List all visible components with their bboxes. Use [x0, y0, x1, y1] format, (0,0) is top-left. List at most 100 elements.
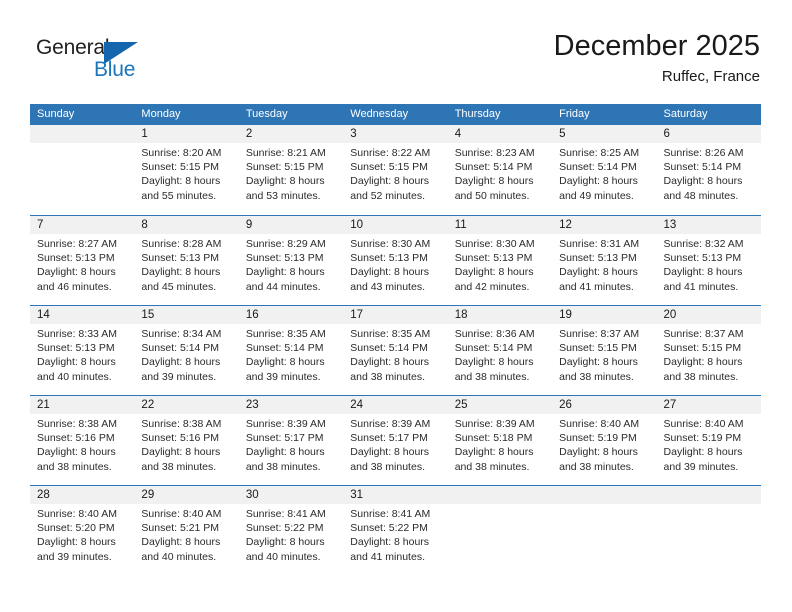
calendar-week-row: 1 Sunrise: 8:20 AM Sunset: 5:15 PM Daylight… [30, 125, 761, 215]
daylight-text-line1: Daylight: 8 hours [245, 356, 325, 369]
calendar-day-cell-empty [448, 486, 552, 575]
daylight-text-line2: and 38 minutes. [245, 460, 321, 473]
calendar-day-cell[interactable]: 17 Sunrise: 8:35 AM Sunset: 5:14 PM Dayligh… [343, 306, 447, 395]
title-block: December 2025 Ruffec, France [554, 28, 760, 88]
day-sun-info: Sunrise: 8:41 AM Sunset: 5:22 PM Daylight:… [246, 507, 336, 564]
sunrise-text: Sunrise: 8:39 AM [454, 418, 535, 430]
day-number: 20 [663, 309, 677, 321]
calendar-day-cell[interactable]: 14 Sunrise: 8:33 AM Sunset: 5:13 PM Dayligh… [30, 306, 134, 395]
calendar-day-cell[interactable]: 23 Sunrise: 8:39 AM Sunset: 5:17 PM Dayligh… [239, 396, 343, 485]
calendar-day-cell[interactable]: 6 Sunrise: 8:26 AM Sunset: 5:14 PM Daylight… [657, 125, 761, 215]
calendar-day-cell[interactable]: 3 Sunrise: 8:22 AM Sunset: 5:15 PM Daylight… [343, 125, 447, 215]
day-number: 5 [559, 128, 566, 140]
daylight-text-line2: and 38 minutes. [454, 460, 530, 473]
sunset-text: Sunset: 5:15 PM [141, 161, 220, 174]
sunrise-text: Sunrise: 8:37 AM [663, 328, 744, 340]
calendar-day-cell[interactable]: 29 Sunrise: 8:40 AM Sunset: 5:21 PM Dayligh… [134, 486, 238, 575]
daylight-text-line1: Daylight: 8 hours [350, 446, 430, 459]
sunrise-text: Sunrise: 8:34 AM [141, 328, 222, 340]
sunset-text: Sunset: 5:13 PM [37, 342, 115, 355]
sunset-text: Sunset: 5:22 PM [350, 522, 428, 535]
sunrise-text: Sunrise: 8:36 AM [454, 328, 535, 340]
calendar-day-cell[interactable]: 13 Sunrise: 8:32 AM Sunset: 5:13 PM Dayligh… [657, 216, 761, 305]
logo-text-blue: Blue [94, 58, 136, 81]
weekday-header-row: Sunday Monday Tuesday Wednesday Thursday… [30, 104, 761, 125]
weekday-header-friday: Friday [559, 108, 590, 120]
calendar-day-cell[interactable]: 27 Sunrise: 8:40 AM Sunset: 5:19 PM Dayligh… [657, 396, 761, 485]
calendar-day-cell[interactable]: 31 Sunrise: 8:41 AM Sunset: 5:22 PM Dayligh… [343, 486, 447, 575]
daylight-text-line1: Daylight: 8 hours [663, 175, 743, 188]
sunrise-text: Sunrise: 8:30 AM [350, 238, 431, 250]
calendar-day-cell[interactable]: 10 Sunrise: 8:30 AM Sunset: 5:13 PM Dayligh… [343, 216, 447, 305]
day-sun-info: Sunrise: 8:37 AM Sunset: 5:15 PM Daylight:… [559, 327, 649, 384]
calendar-day-cell[interactable]: 12 Sunrise: 8:31 AM Sunset: 5:13 PM Dayligh… [552, 216, 656, 305]
calendar-day-cell[interactable]: 8 Sunrise: 8:28 AM Sunset: 5:13 PM Daylight… [134, 216, 238, 305]
logo-text-general: General [36, 36, 110, 59]
day-number: 14 [37, 309, 50, 321]
daylight-text-line2: and 39 minutes. [37, 550, 112, 563]
daylight-text-line1: Daylight: 8 hours [141, 536, 221, 549]
daylight-text-line1: Daylight: 8 hours [350, 266, 430, 279]
calendar-day-cell[interactable]: 11 Sunrise: 8:30 AM Sunset: 5:13 PM Dayligh… [448, 216, 552, 305]
calendar-day-cell[interactable]: 19 Sunrise: 8:37 AM Sunset: 5:15 PM Dayligh… [552, 306, 656, 395]
day-number: 29 [141, 489, 155, 501]
daylight-text-line2: and 38 minutes. [350, 460, 425, 473]
daylight-text-line2: and 41 minutes. [350, 550, 425, 563]
calendar-day-cell[interactable]: 25 Sunrise: 8:39 AM Sunset: 5:18 PM Dayligh… [448, 396, 552, 485]
daylight-text-line2: and 38 minutes. [350, 370, 425, 383]
day-number: 8 [141, 219, 148, 231]
sunset-text: Sunset: 5:13 PM [559, 252, 637, 265]
calendar-week-row: 14 Sunrise: 8:33 AM Sunset: 5:13 PM Dayligh… [30, 305, 761, 395]
day-number: 26 [559, 399, 572, 411]
daylight-text-line1: Daylight: 8 hours [141, 446, 221, 459]
calendar-day-cell[interactable]: 5 Sunrise: 8:25 AM Sunset: 5:14 PM Daylight… [552, 125, 656, 215]
calendar-day-cell[interactable]: 4 Sunrise: 8:23 AM Sunset: 5:14 PM Daylight… [448, 125, 552, 215]
calendar-page: General Blue December 2025 Ruffec, Franc… [0, 0, 792, 612]
weekday-header-saturday: Saturday [663, 108, 708, 120]
day-sun-info: Sunrise: 8:39 AM Sunset: 5:18 PM Daylight:… [455, 417, 545, 474]
calendar-day-cell[interactable]: 2 Sunrise: 8:21 AM Sunset: 5:15 PM Daylight… [239, 125, 343, 215]
daylight-text-line1: Daylight: 8 hours [663, 446, 743, 459]
day-sun-info: Sunrise: 8:40 AM Sunset: 5:19 PM Daylight:… [664, 417, 754, 474]
day-sun-info: Sunrise: 8:25 AM Sunset: 5:14 PM Daylight:… [559, 146, 649, 203]
calendar-day-cell[interactable]: 20 Sunrise: 8:37 AM Sunset: 5:15 PM Dayligh… [657, 306, 761, 395]
page-title: December 2025 [553, 30, 760, 62]
calendar-day-cell[interactable]: 22 Sunrise: 8:38 AM Sunset: 5:16 PM Dayligh… [134, 396, 238, 485]
calendar-day-cell[interactable]: 15 Sunrise: 8:34 AM Sunset: 5:14 PM Dayligh… [134, 306, 238, 395]
daylight-text-line2: and 38 minutes. [454, 370, 530, 383]
sunset-text: Sunset: 5:21 PM [141, 522, 220, 535]
sunset-text: Sunset: 5:15 PM [350, 161, 428, 174]
daylight-text-line1: Daylight: 8 hours [559, 266, 638, 279]
sunset-text: Sunset: 5:13 PM [663, 252, 742, 265]
day-sun-info: Sunrise: 8:29 AM Sunset: 5:13 PM Daylight:… [246, 237, 336, 294]
daylight-text-line2: and 40 minutes. [245, 550, 321, 563]
daylight-text-line1: Daylight: 8 hours [245, 446, 325, 459]
calendar-day-cell[interactable]: 28 Sunrise: 8:40 AM Sunset: 5:20 PM Dayligh… [30, 486, 134, 575]
calendar-day-cell[interactable]: 7 Sunrise: 8:27 AM Sunset: 5:13 PM Daylight… [30, 216, 134, 305]
calendar-day-cell[interactable]: 1 Sunrise: 8:20 AM Sunset: 5:15 PM Daylight… [134, 125, 238, 215]
day-sun-info: Sunrise: 8:26 AM Sunset: 5:14 PM Daylight:… [664, 146, 754, 203]
weekday-header-wednesday: Wednesday [350, 108, 409, 120]
day-number: 3 [350, 128, 357, 140]
calendar-day-cell[interactable]: 16 Sunrise: 8:35 AM Sunset: 5:14 PM Dayligh… [239, 306, 343, 395]
calendar-day-cell[interactable]: 21 Sunrise: 8:38 AM Sunset: 5:16 PM Dayligh… [30, 396, 134, 485]
day-number: 7 [37, 219, 44, 231]
daylight-text-line1: Daylight: 8 hours [663, 356, 743, 369]
daylight-text-line1: Daylight: 8 hours [245, 536, 325, 549]
sunrise-text: Sunrise: 8:41 AM [245, 508, 326, 520]
day-sun-info: Sunrise: 8:40 AM Sunset: 5:20 PM Daylight:… [37, 507, 127, 564]
general-blue-logo[interactable]: General Blue [36, 36, 166, 88]
sunset-text: Sunset: 5:17 PM [350, 432, 428, 445]
sunset-text: Sunset: 5:18 PM [454, 432, 533, 445]
calendar-day-cell[interactable]: 24 Sunrise: 8:39 AM Sunset: 5:17 PM Dayligh… [343, 396, 447, 485]
weekday-header-thursday: Thursday [454, 108, 501, 120]
calendar-day-cell[interactable]: 30 Sunrise: 8:41 AM Sunset: 5:22 PM Dayligh… [239, 486, 343, 575]
calendar-day-cell[interactable]: 9 Sunrise: 8:29 AM Sunset: 5:13 PM Daylight… [239, 216, 343, 305]
calendar-week-row: 21 Sunrise: 8:38 AM Sunset: 5:16 PM Dayligh… [30, 395, 761, 485]
calendar-day-cell[interactable]: 26 Sunrise: 8:40 AM Sunset: 5:19 PM Dayligh… [552, 396, 656, 485]
sunrise-text: Sunrise: 8:22 AM [350, 147, 431, 159]
calendar-day-cell[interactable]: 18 Sunrise: 8:36 AM Sunset: 5:14 PM Dayligh… [448, 306, 552, 395]
sunrise-text: Sunrise: 8:40 AM [141, 508, 222, 520]
day-number: 30 [245, 489, 259, 501]
sunrise-text: Sunrise: 8:31 AM [559, 238, 640, 250]
